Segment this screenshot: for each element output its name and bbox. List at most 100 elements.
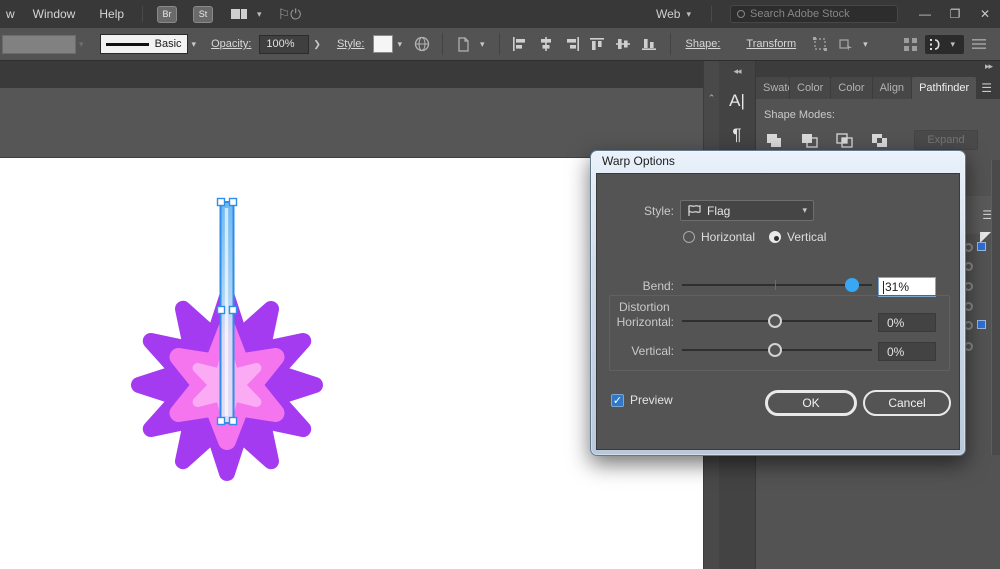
- shape-label[interactable]: Shape:: [686, 38, 721, 50]
- align-vertical-center-icon[interactable]: [614, 34, 634, 54]
- arrange-documents-icon[interactable]: [231, 9, 248, 19]
- close-button[interactable]: ✕: [970, 0, 1000, 28]
- opacity-value[interactable]: 100%: [259, 34, 310, 54]
- align-top-icon[interactable]: [588, 34, 608, 54]
- document-preferences-icon[interactable]: [453, 34, 473, 54]
- chevron-down-icon: ▾: [950, 38, 955, 49]
- graphic-style-swatch[interactable]: [373, 35, 394, 53]
- bend-slider-thumb[interactable]: [845, 278, 859, 292]
- layer-selection-indicator[interactable]: [977, 242, 986, 251]
- isolate-selection-icon[interactable]: [836, 34, 856, 54]
- tab-pathfinder[interactable]: Pathfinder: [912, 77, 977, 99]
- menu-view-partial[interactable]: w: [0, 0, 21, 28]
- intersect-icon[interactable]: [836, 132, 853, 148]
- text-caret: [883, 280, 884, 294]
- dock-header: ▸▸: [756, 61, 1000, 75]
- opacity-label[interactable]: Opacity:: [211, 38, 251, 50]
- tab-align[interactable]: Align: [872, 77, 912, 99]
- expand-panels-icon[interactable]: ▸▸: [985, 61, 993, 71]
- bend-value: 31%: [885, 280, 910, 294]
- radio-vertical-label: Vertical: [787, 230, 827, 244]
- divider: [498, 33, 500, 55]
- warp-style-dropdown[interactable]: Flag ▾: [680, 200, 814, 221]
- style-label: Style:: [643, 204, 674, 218]
- layer-selection-indicator[interactable]: [977, 320, 986, 329]
- tab-color-guide[interactable]: Color: [831, 77, 872, 99]
- panel-menu-icon[interactable]: ☰: [981, 81, 1000, 99]
- chevron-down-icon[interactable]: ▾: [863, 39, 868, 50]
- restore-button[interactable]: ❐: [940, 0, 970, 28]
- dock-options-button[interactable]: ▾: [925, 34, 964, 54]
- grid-view-icon[interactable]: [900, 34, 920, 54]
- preview-checkbox[interactable]: ✓: [611, 394, 624, 407]
- chevron-down-icon[interactable]: ▾: [257, 9, 262, 20]
- stroke-style-dropdown[interactable]: Basic: [99, 34, 188, 54]
- minus-front-icon[interactable]: [801, 133, 818, 148]
- menu-help[interactable]: Help: [87, 0, 136, 28]
- vertical-slider-thumb[interactable]: [768, 343, 782, 357]
- shape-modes-label: Shape Modes:: [764, 109, 835, 121]
- document-setup-icon[interactable]: [412, 34, 432, 54]
- expand-button[interactable]: Expand: [914, 130, 978, 150]
- horizontal-slider-thumb[interactable]: [768, 314, 782, 328]
- dialog-title[interactable]: Warp Options: [591, 151, 965, 172]
- search-placeholder: Search Adobe Stock: [750, 8, 850, 20]
- transform-label[interactable]: Transform: [746, 38, 796, 50]
- chevron-down-icon: ▾: [686, 8, 691, 19]
- chevron-down-icon[interactable]: ▾: [192, 39, 197, 50]
- radio-horizontal[interactable]: Horizontal: [683, 230, 755, 244]
- scroll-up-icon[interactable]: ⌃: [704, 93, 719, 104]
- align-bottom-icon[interactable]: [640, 34, 660, 54]
- divider: [755, 455, 756, 569]
- horizontal-distortion-slider[interactable]: [682, 314, 872, 328]
- search-input[interactable]: Search Adobe Stock: [730, 5, 898, 23]
- bridge-icon[interactable]: Br: [157, 5, 178, 23]
- preview-label: Preview: [630, 393, 673, 407]
- menu-window[interactable]: Window: [21, 0, 88, 28]
- workspace-label: Web: [656, 7, 681, 21]
- bend-label: Bend:: [642, 279, 674, 293]
- brush-definition-dropdown[interactable]: [2, 34, 76, 54]
- minimize-button[interactable]: —: [910, 0, 940, 28]
- divider: [669, 33, 671, 55]
- tab-color[interactable]: Color: [790, 77, 831, 99]
- vertical-distortion-value[interactable]: 0%: [878, 342, 936, 361]
- exclude-icon[interactable]: [871, 133, 888, 148]
- chevron-down-icon[interactable]: ▾: [397, 39, 402, 50]
- panel-tab-bar: Swatc Color Color Align Pathfinder ☰: [756, 75, 1000, 99]
- warp-options-dialog[interactable]: Warp Options Style: Flag ▾ Horizontal Ve…: [590, 150, 966, 456]
- ok-button[interactable]: OK: [765, 390, 857, 416]
- bend-value-input[interactable]: 31%: [878, 277, 936, 297]
- flag-style-icon: [687, 204, 701, 217]
- bounding-box-icon[interactable]: [810, 34, 830, 54]
- bend-slider[interactable]: [682, 278, 872, 292]
- chevron-right-icon[interactable]: ❯: [313, 39, 321, 50]
- character-panel-icon[interactable]: A|: [719, 91, 755, 111]
- chevron-down-icon[interactable]: ▾: [480, 39, 485, 50]
- cancel-button[interactable]: Cancel: [863, 390, 951, 416]
- document-tab-strip: [0, 61, 703, 88]
- gpu-performance-icon[interactable]: ⚐⏻: [278, 6, 302, 23]
- stock-icon[interactable]: St: [193, 5, 214, 23]
- workspace-switcher[interactable]: Web ▾: [648, 7, 705, 21]
- pasteboard: [0, 88, 703, 158]
- unite-icon[interactable]: [766, 133, 783, 148]
- chevron-down-icon: ▾: [79, 38, 84, 49]
- search-icon: [737, 10, 745, 18]
- chevron-down-icon: ▾: [802, 205, 807, 215]
- list-options-icon[interactable]: [969, 34, 989, 54]
- align-horizontal-center-icon[interactable]: [536, 34, 556, 54]
- vertical-label: Vertical:: [631, 344, 674, 358]
- align-right-icon[interactable]: [562, 34, 582, 54]
- radio-vertical[interactable]: Vertical: [769, 230, 826, 244]
- paragraph-panel-icon[interactable]: ¶: [719, 125, 755, 145]
- vertical-distortion-slider[interactable]: [682, 343, 872, 357]
- tab-swatches[interactable]: Swatc: [756, 77, 789, 99]
- horizontal-distortion-value[interactable]: 0%: [878, 313, 936, 332]
- graphic-style-label[interactable]: Style:: [337, 38, 365, 50]
- align-left-icon[interactable]: [510, 34, 530, 54]
- divider: [442, 33, 444, 55]
- horizontal-label: Horizontal:: [616, 315, 674, 329]
- menu-bar: w Window Help Br St ▾ ⚐⏻ Web ▾ Search Ad…: [0, 0, 1000, 28]
- collapse-panels-icon[interactable]: ◂◂: [719, 66, 755, 77]
